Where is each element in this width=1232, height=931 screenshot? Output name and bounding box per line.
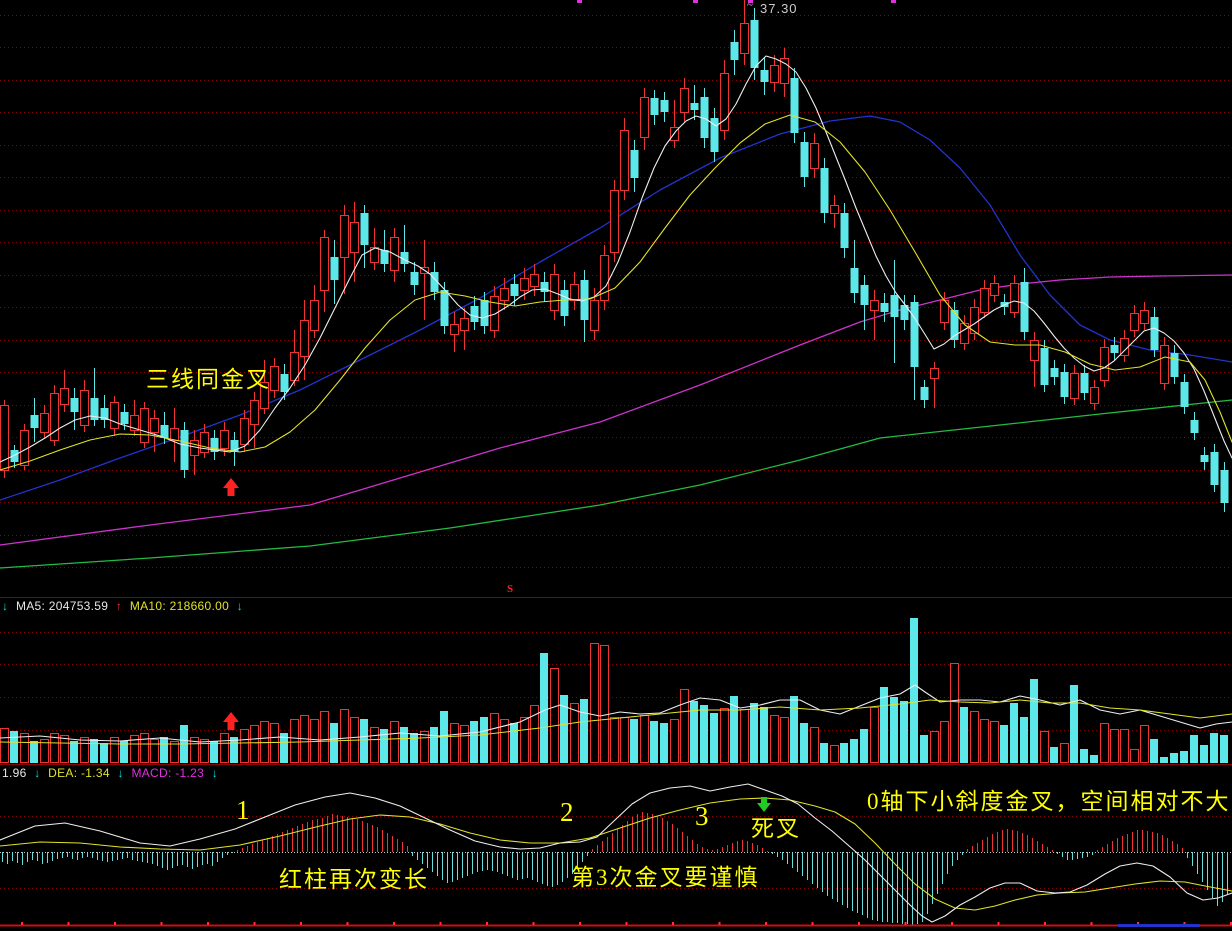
macd-value: MACD: -1.23 (131, 766, 204, 780)
down-arrow-icon: ↓ (118, 766, 124, 780)
buy-arrow-volume-icon (223, 712, 239, 730)
buy-arrow-candle-icon (223, 478, 239, 496)
annotation-third-golden-cross-caution: 第3次金叉要谨慎 (571, 866, 760, 890)
down-arrow-icon: ↓ (237, 599, 243, 613)
annotation-number-1: 1 (236, 796, 250, 824)
stock-chart-window: 37.30 ~ ↓ MA5: 204753.59 ↑ MA10: 218660.… (0, 0, 1232, 931)
annotation-death-cross: 死叉 (751, 817, 801, 841)
sell-signal-marker: S (507, 584, 513, 596)
annotation-number-3: 3 (695, 802, 709, 830)
macd-dif-value: 1.96 (2, 766, 27, 780)
down-arrow-icon: ↓ (2, 599, 8, 613)
peak-tilde-marker: ~ (747, 0, 753, 12)
down-arrow-icon: ↓ (34, 766, 40, 780)
annotation-three-line-golden-cross: 三线同金叉 (146, 368, 271, 392)
annotation-red-bars-longer: 红柱再次变长 (279, 868, 429, 892)
annotation-number-2: 2 (560, 798, 574, 826)
volume-indicator-header: ↓ MA5: 204753.59 ↑ MA10: 218660.00 ↓ (2, 599, 247, 614)
volume-ma10-value: MA10: 218660.00 (130, 599, 229, 613)
macd-indicator-header: 1.96 ↓ DEA: -1.34 ↓ MACD: -1.23 ↓ (2, 766, 222, 781)
down-arrow-icon: ↓ (212, 766, 218, 780)
volume-ma5-value: MA5: 204753.59 (16, 599, 108, 613)
high-price-label: 37.30 (760, 1, 798, 16)
annotation-below-zero-axis-note: 0轴下小斜度金叉，空间相对不大 (867, 790, 1231, 814)
death-cross-arrow-icon (757, 797, 771, 812)
up-arrow-icon: ↑ (116, 599, 122, 613)
macd-dea-value: DEA: -1.34 (48, 766, 110, 780)
